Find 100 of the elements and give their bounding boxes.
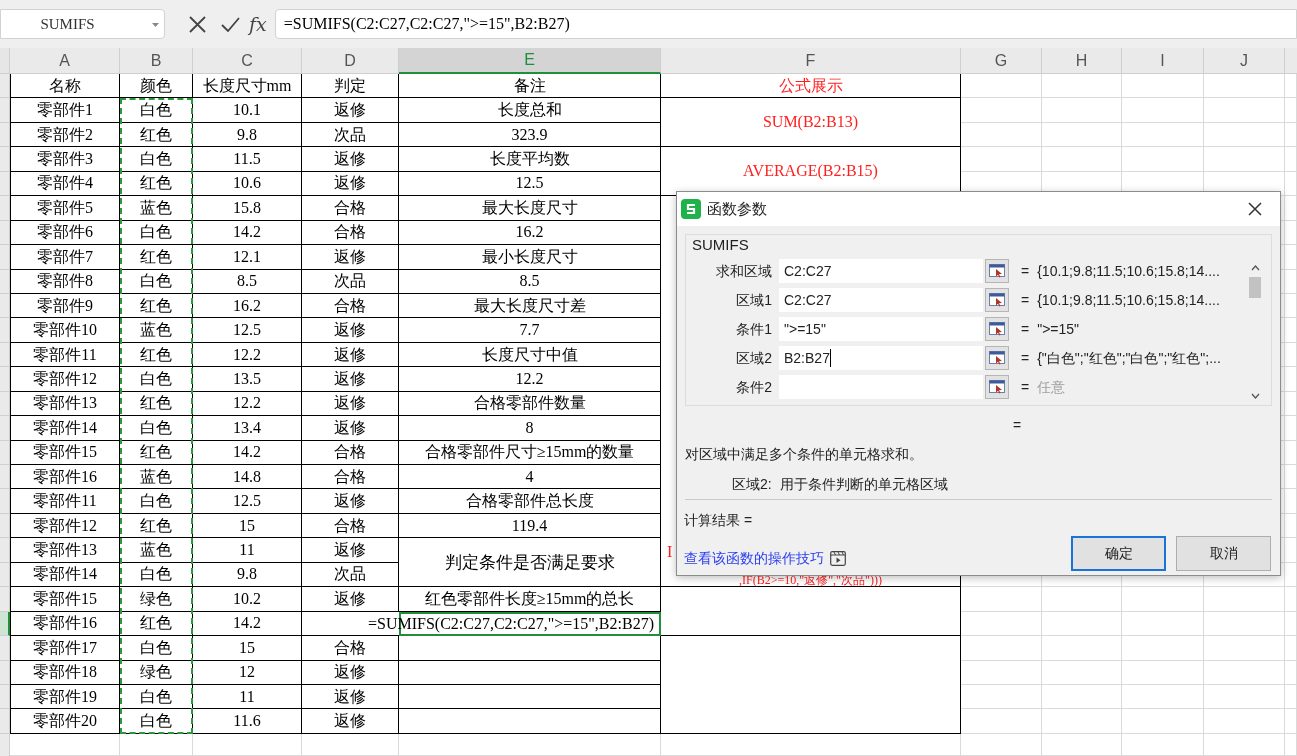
table-cell: 白色 [120, 709, 193, 734]
table-cell: 16.2 [193, 293, 302, 319]
formula-bar[interactable]: =SUMIFS(C2:C27,C2:C27,">=15",B2:B27) [274, 9, 1297, 39]
range-picker-button[interactable] [985, 375, 1009, 399]
scroll-down-icon[interactable] [1250, 393, 1260, 399]
table-cell: 零部件5 [10, 196, 120, 221]
table-cell: 零部件14 [10, 562, 120, 588]
table-header-cell: 备注 [399, 74, 661, 99]
table-cell: 合格零部件尺寸≥15mm的数量 [399, 440, 661, 465]
argument-result: {10.1;9.8;11.5;10.6;15.8;14.... [1037, 290, 1220, 310]
table-cell: 12.5 [193, 489, 302, 514]
table-cell: 零部件8 [10, 269, 120, 294]
dialog-title: 函数参数 [707, 198, 767, 219]
table-cell: 红色 [120, 440, 193, 465]
close-icon[interactable] [1248, 202, 1262, 216]
empty-cell [1285, 440, 1297, 465]
table-cell: 返修 [302, 318, 399, 343]
table-header-cell: 公式展示 [661, 74, 961, 99]
table-cell: 红色 [120, 245, 193, 270]
equals-sign: = [1021, 290, 1030, 310]
table-cell: 白色 [120, 562, 193, 588]
table-cell: 12.5 [193, 318, 302, 343]
argument-input[interactable]: B2:B27 [779, 346, 983, 370]
dropdown-caret-icon [152, 23, 159, 27]
column-header[interactable]: A [10, 48, 120, 74]
table-header-cell: 判定 [302, 74, 399, 99]
empty-cell [1285, 636, 1297, 661]
column-header[interactable]: J [1204, 48, 1285, 74]
ok-button[interactable]: 确定 [1071, 536, 1166, 571]
empty-cell [1285, 245, 1297, 270]
table-cell: 11.6 [193, 709, 302, 734]
table-cell: 返修 [302, 245, 399, 270]
video-icon[interactable] [830, 551, 846, 566]
table-cell: 零部件12 [10, 367, 120, 392]
argument-input[interactable]: C2:C27 [779, 259, 983, 283]
table-cell: 蓝色 [120, 196, 193, 221]
column-header[interactable]: G [961, 48, 1042, 74]
table-cell: 白色 [120, 147, 193, 172]
column-header[interactable]: C [193, 48, 302, 74]
table-cell: 12.2 [193, 342, 302, 368]
row-header[interactable] [0, 611, 10, 637]
table-cell: 11.5 [193, 147, 302, 172]
calculation-result: 计算结果 = [684, 510, 753, 530]
column-header[interactable]: I [1122, 48, 1204, 74]
empty-cell [1285, 562, 1297, 588]
table-cell: 零部件20 [10, 709, 120, 734]
argument-input[interactable]: C2:C27 [779, 288, 983, 312]
table-cell: 零部件6 [10, 220, 120, 246]
table-cell: 返修 [302, 98, 399, 123]
empty-cell [1285, 587, 1297, 612]
table-header-cell: 名称 [10, 74, 120, 99]
table-cell: 长度尺寸中值 [399, 342, 661, 368]
scroll-up-icon[interactable] [1250, 265, 1260, 271]
table-cell: 合格 [302, 636, 399, 661]
range-picker-button[interactable] [985, 259, 1009, 283]
table-cell: 9.8 [193, 562, 302, 588]
table-cell: 蓝色 [120, 538, 193, 563]
name-box[interactable]: SUMIFS [0, 9, 165, 39]
table-cell: 零部件16 [10, 611, 120, 637]
insert-function-button[interactable]: fx [249, 9, 267, 39]
column-header[interactable]: H [1042, 48, 1122, 74]
range-picker-button[interactable] [985, 346, 1009, 370]
argument-result: ">=15" [1037, 319, 1080, 339]
table-cell: 白色 [120, 416, 193, 441]
tips-link[interactable]: 查看该函数的操作技巧 [684, 548, 824, 569]
table-cell: 13.5 [193, 367, 302, 392]
table-cell: 合格 [302, 293, 399, 319]
check-icon[interactable] [221, 16, 240, 32]
table-cell: 12.5 [399, 171, 661, 197]
argument-result: {10.1;9.8;11.5;10.6;15.8;14.... [1037, 261, 1220, 281]
table-cell: 16.2 [399, 220, 661, 246]
table-cell: 返修 [302, 391, 399, 417]
table-cell: 次品 [302, 562, 399, 588]
scrollbar-thumb[interactable] [1249, 277, 1261, 298]
table-cell: 15 [193, 513, 302, 539]
table-cell: 10.2 [193, 587, 302, 612]
table-cell: 绿色 [120, 660, 193, 685]
column-header[interactable]: B [120, 48, 193, 74]
table-cell: 返修 [302, 147, 399, 172]
range-picker-button[interactable] [985, 288, 1009, 312]
table-cell: 14.2 [193, 220, 302, 246]
column-header[interactable]: D [302, 48, 399, 74]
cancel-button[interactable]: 取消 [1176, 536, 1271, 571]
table-cell: 9.8 [193, 122, 302, 148]
table-cell: 零部件19 [10, 684, 120, 710]
table-cell: 12.2 [399, 367, 661, 392]
table-header-cell: 长度尺寸mm [193, 74, 302, 99]
cancel-icon[interactable] [189, 15, 206, 33]
table-cell: 零部件13 [10, 538, 120, 563]
table-cell: 返修 [302, 342, 399, 368]
column-header[interactable]: F [661, 48, 961, 74]
table-cell: 返修 [302, 171, 399, 197]
table-cell: 红色 [120, 342, 193, 368]
range-picker-button[interactable] [985, 317, 1009, 341]
table-cell: 8.5 [399, 269, 661, 294]
function-description: 对区域中满足多个条件的单元格求和。 [685, 444, 923, 464]
argument-input[interactable]: ">=15" [779, 317, 983, 341]
table-cell: 10.1 [193, 98, 302, 123]
empty-cell [1285, 269, 1297, 294]
empty-cell [1285, 171, 1297, 197]
